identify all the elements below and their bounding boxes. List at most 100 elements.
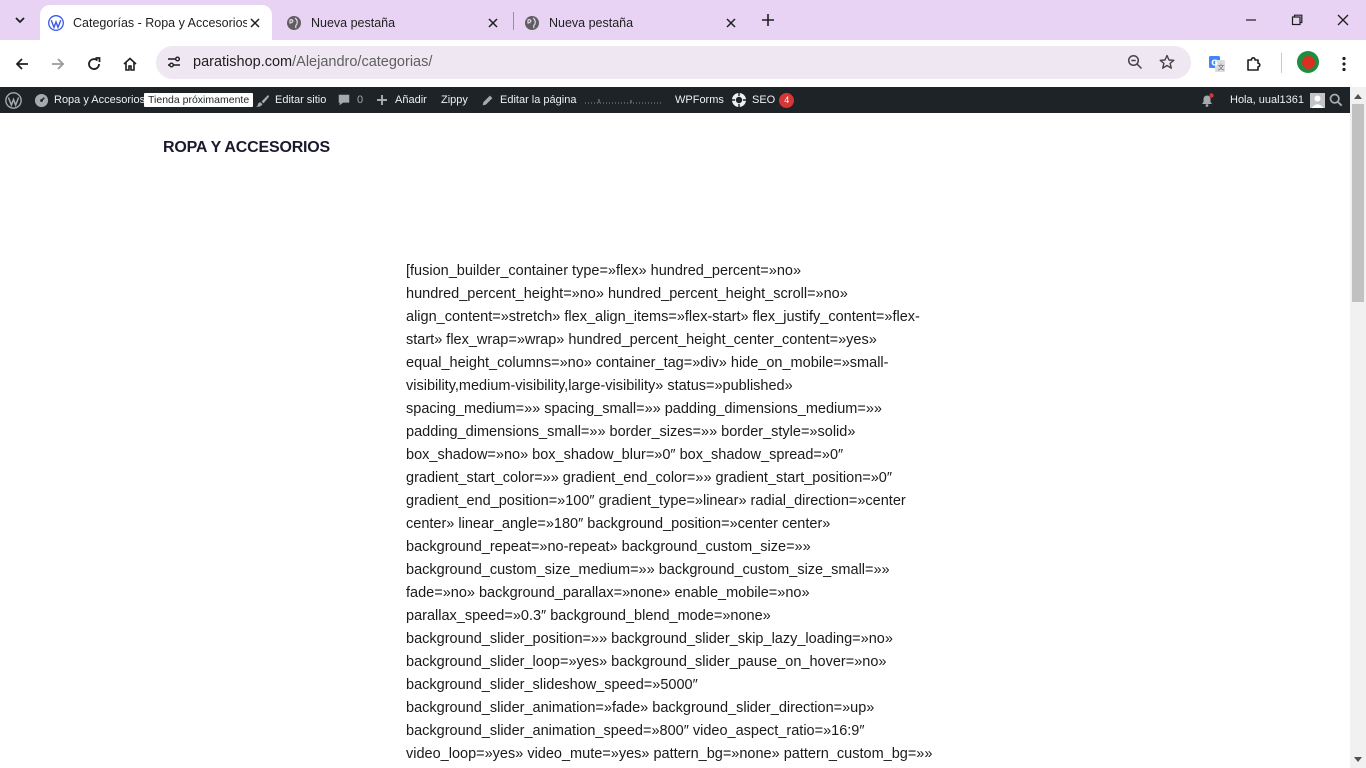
scroll-up-button[interactable] bbox=[1350, 87, 1366, 104]
home-button[interactable] bbox=[116, 50, 144, 78]
shortcode-line: align_content=»stretch» flex_align_items… bbox=[406, 309, 920, 325]
tab-nueva-1[interactable]: Nueva pestaña bbox=[278, 5, 510, 40]
google-translate-icon: G文 bbox=[1209, 56, 1225, 72]
forward-button[interactable] bbox=[44, 50, 72, 78]
tab-nueva-2[interactable]: Nueva pestaña bbox=[516, 5, 748, 40]
wp-admin-bar: Ropa y Accesorios Tienda próximamente Ed… bbox=[0, 87, 1366, 113]
more-vertical-icon bbox=[1342, 56, 1346, 72]
comment-bubble-icon bbox=[338, 94, 350, 106]
svg-text:文: 文 bbox=[1218, 63, 1225, 72]
edit-page-link[interactable]: Editar la página bbox=[481, 87, 576, 113]
edit-site-link[interactable]: Editar sitio bbox=[255, 87, 326, 113]
pencil-icon bbox=[482, 95, 493, 105]
shortcode-line: box_shadow=»no» box_shadow_blur=»0″ box_… bbox=[406, 447, 844, 463]
close-icon bbox=[1337, 14, 1349, 26]
notifications-button[interactable] bbox=[1199, 87, 1215, 113]
back-button[interactable] bbox=[8, 50, 36, 78]
tune-icon bbox=[168, 56, 180, 68]
browser-toolbar: paratishop.com/Alejandro/categorias/ G文 bbox=[0, 40, 1366, 87]
address-bar[interactable]: paratishop.com/Alejandro/categorias/ bbox=[156, 46, 1191, 79]
shortcode-line: visibility,medium-visibility,large-visib… bbox=[406, 378, 793, 394]
home-icon bbox=[123, 57, 137, 71]
reload-icon bbox=[88, 57, 101, 70]
page-scrollbar[interactable] bbox=[1350, 87, 1366, 768]
bookmark-button[interactable] bbox=[1156, 51, 1178, 73]
wpforms-label: WPForms bbox=[675, 94, 724, 106]
chevron-down-icon bbox=[15, 17, 25, 24]
bell-icon bbox=[1202, 93, 1214, 107]
comments-link[interactable]: 0 bbox=[337, 87, 363, 113]
paintbrush-icon bbox=[255, 94, 270, 107]
reload-button[interactable] bbox=[80, 50, 108, 78]
zoom-button[interactable] bbox=[1124, 51, 1146, 73]
plus-icon bbox=[377, 95, 387, 105]
shortcode-line: background_slider_position=»» background… bbox=[406, 631, 893, 647]
profile-avatar-button[interactable] bbox=[1297, 51, 1319, 73]
shortcode-line: center» linear_angle=»180″ background_po… bbox=[406, 516, 831, 532]
greeting-label: Hola, uual1361 bbox=[1230, 94, 1305, 106]
restore-button[interactable] bbox=[1274, 0, 1320, 40]
seo-label: SEO bbox=[752, 94, 776, 106]
site-name-menu[interactable]: Ropa y Accesorios bbox=[34, 87, 145, 113]
tab-title: Nueva pestaña bbox=[311, 15, 396, 30]
close-tab-icon[interactable] bbox=[723, 15, 739, 31]
new-tab-button[interactable] bbox=[757, 9, 779, 31]
close-tab-icon[interactable] bbox=[247, 15, 263, 31]
url-text[interactable]: paratishop.com/Alejandro/categorias/ bbox=[193, 54, 432, 70]
scroll-down-button[interactable] bbox=[1350, 751, 1366, 768]
shortcode-line: background_slider_slideshow_speed=»5000″ bbox=[406, 677, 698, 693]
minimize-button[interactable] bbox=[1228, 0, 1274, 40]
dotted-line-icon bbox=[585, 99, 661, 104]
comments-count: 0 bbox=[357, 94, 364, 106]
scroll-thumb[interactable] bbox=[1352, 104, 1364, 302]
admin-search-button[interactable] bbox=[1329, 87, 1343, 113]
globe-icon bbox=[287, 15, 301, 30]
seo-menu[interactable]: SEO 4 bbox=[731, 87, 795, 113]
builder-placeholder-menu[interactable] bbox=[585, 87, 661, 113]
close-window-button[interactable] bbox=[1320, 0, 1366, 40]
url-host: paratishop.com bbox=[193, 54, 293, 70]
arrow-left-icon bbox=[15, 58, 28, 70]
browser-menu-button[interactable] bbox=[1330, 50, 1358, 78]
tab-search-button[interactable] bbox=[8, 6, 32, 34]
add-new-label: Añadir bbox=[395, 94, 427, 106]
star-icon bbox=[1159, 54, 1175, 69]
shortcode-line: gradient_start_color=»» gradient_end_col… bbox=[406, 470, 892, 486]
tab-title: Categorías - Ropa y Accesorios bbox=[73, 15, 247, 30]
wp-logo-menu[interactable] bbox=[5, 87, 22, 113]
site-info-button[interactable] bbox=[162, 50, 186, 74]
tab-categorias[interactable]: Categorías - Ropa y Accesorios bbox=[40, 5, 272, 40]
dashboard-gauge-icon bbox=[34, 93, 49, 107]
edit-site-label: Editar sitio bbox=[275, 94, 327, 106]
tab-separator bbox=[513, 12, 514, 30]
shortcode-line: background_custom_size_medium=»» backgro… bbox=[406, 562, 890, 578]
coming-soon-label: Tienda próximamente bbox=[144, 93, 254, 107]
zoom-out-icon bbox=[1127, 54, 1143, 70]
edit-page-label: Editar la página bbox=[500, 94, 577, 106]
wpforms-menu[interactable]: WPForms bbox=[675, 87, 724, 113]
add-new-menu[interactable]: Añadir bbox=[376, 87, 427, 113]
seo-gear-icon bbox=[732, 93, 746, 107]
coming-soon-badge[interactable]: Tienda próximamente bbox=[144, 87, 254, 113]
puzzle-icon bbox=[1247, 57, 1261, 71]
extensions-button[interactable] bbox=[1240, 50, 1268, 78]
close-tab-icon[interactable] bbox=[485, 15, 501, 31]
url-path: /Alejandro/categorias/ bbox=[292, 54, 433, 70]
shortcode-line: gradient_end_position=»100″ gradient_typ… bbox=[406, 493, 906, 509]
page-content: ROPA Y ACCESORIOS [fusion_builder_contai… bbox=[0, 113, 1350, 768]
shortcode-line: background_slider_animation=»fade» backg… bbox=[406, 700, 875, 716]
zippy-label: Zippy bbox=[441, 94, 468, 106]
my-account-menu[interactable]: Hola, uual1361 bbox=[1230, 87, 1326, 113]
caret-down-icon bbox=[1354, 756, 1362, 762]
shortcode-line: hundred_percent_height=»no» hundred_perc… bbox=[406, 286, 848, 302]
site-name-label: Ropa y Accesorios bbox=[54, 94, 146, 106]
shortcode-line: background_repeat=»no-repeat» background… bbox=[406, 539, 811, 555]
shortcode-text-block: [fusion_builder_container type=»flex» hu… bbox=[406, 260, 946, 766]
zippy-menu[interactable]: Zippy bbox=[441, 87, 468, 113]
shortcode-line: video_loop=»yes» video_mute=»yes» patter… bbox=[406, 746, 933, 762]
wordpress-icon bbox=[48, 14, 64, 31]
translate-extension-button[interactable]: G文 bbox=[1203, 50, 1231, 78]
shortcode-line: spacing_medium=»» spacing_small=»» paddi… bbox=[406, 401, 882, 417]
site-title[interactable]: ROPA Y ACCESORIOS bbox=[163, 139, 330, 157]
user-avatar-icon bbox=[1310, 92, 1326, 108]
